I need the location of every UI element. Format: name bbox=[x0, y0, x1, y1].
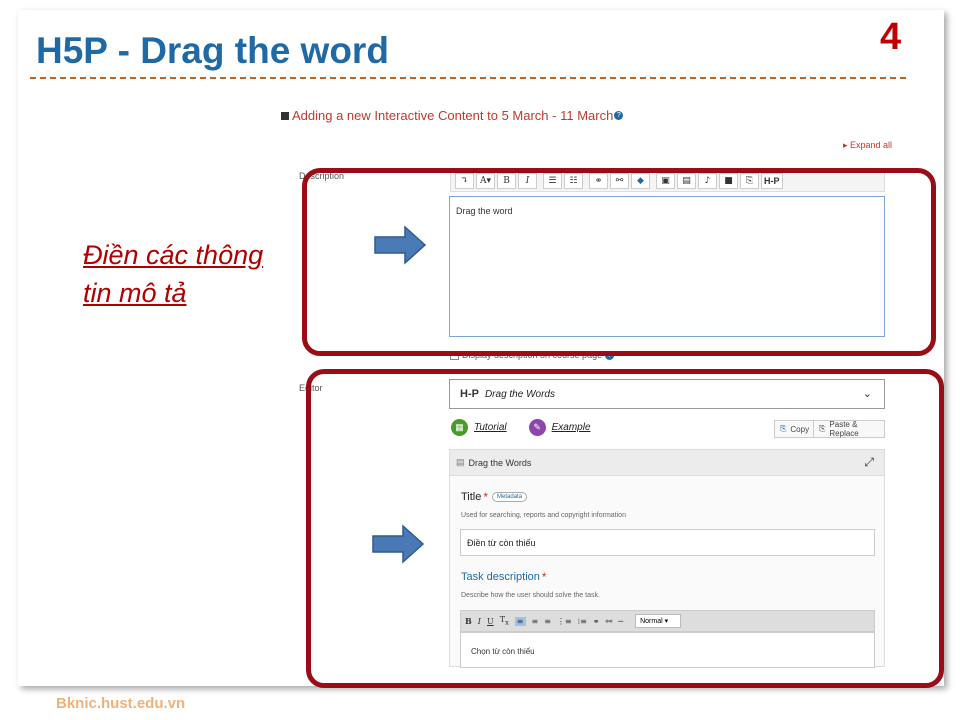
expand-all-label: Expand all bbox=[850, 140, 893, 150]
help-icon[interactable]: ? bbox=[614, 111, 624, 120]
form-heading: Adding a new Interactive Content to 5 Ma… bbox=[281, 108, 624, 123]
expand-all-link[interactable]: ▸ Expand all bbox=[843, 140, 892, 151]
instruction-line-1: Điền các thông bbox=[83, 240, 264, 270]
slide-title: H5P - Drag the word bbox=[36, 30, 389, 71]
footer-url: Bknic.hust.edu.vn bbox=[56, 695, 186, 712]
module-icon bbox=[281, 111, 289, 120]
arrow-right-icon bbox=[374, 225, 427, 265]
title-divider bbox=[30, 77, 906, 79]
instruction-line-2: tin mô tả bbox=[83, 278, 187, 308]
form-heading-text: Adding a new Interactive Content to 5 Ma… bbox=[292, 108, 614, 123]
slide-number: 4 bbox=[880, 16, 902, 58]
instruction-note: Điền các thông tin mô tả bbox=[83, 236, 263, 312]
arrow-right-icon bbox=[372, 524, 425, 564]
